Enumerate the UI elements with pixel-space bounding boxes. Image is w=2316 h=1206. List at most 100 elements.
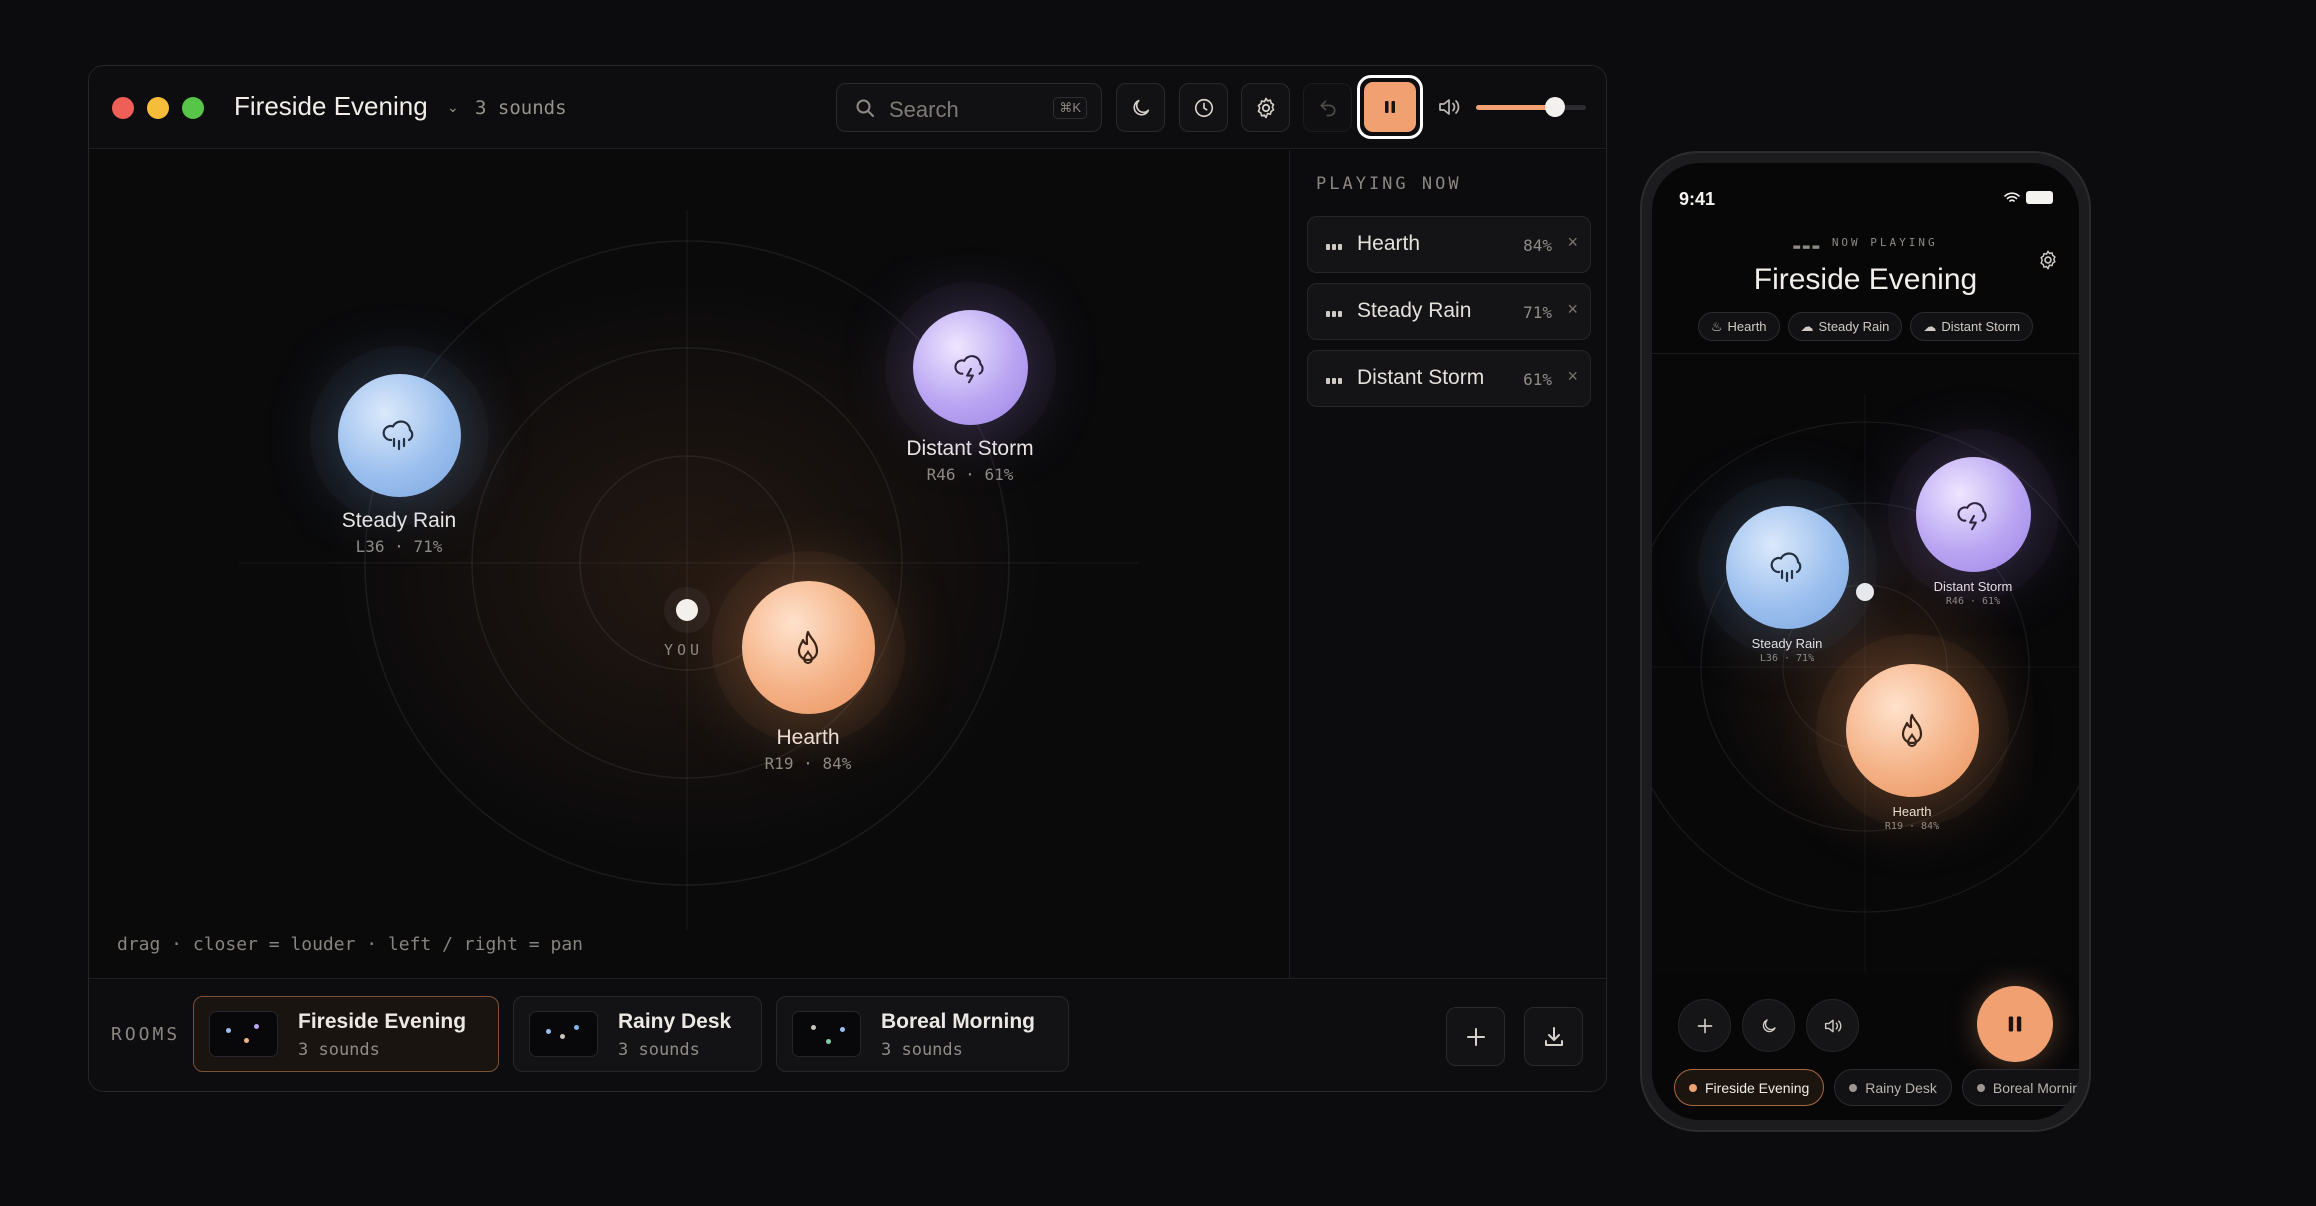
sound-node-name: Steady Rain <box>341 509 457 532</box>
room-count: 3 sounds <box>298 1040 380 1060</box>
playing-item-volume: 61% <box>1523 370 1552 389</box>
phone-spatial-stage[interactable]: Steady Rain L36 · 71% Distant Storm R46 … <box>1652 353 2079 973</box>
clock-icon <box>1194 98 1213 117</box>
flame-icon <box>1901 713 1923 747</box>
undo-icon <box>1320 100 1335 116</box>
room-name: Fireside Evening <box>298 1010 467 1033</box>
playing-item-volume: 84% <box>1523 236 1552 255</box>
playing-item-name: Distant Storm <box>1357 366 1485 389</box>
sound-node-meta: R19 · 84% <box>764 754 852 773</box>
room-card-boreal-morning[interactable]: Boreal Morning 3 sounds <box>776 996 1069 1072</box>
close-window-button[interactable] <box>112 97 134 119</box>
room-dot <box>1689 1083 1697 1092</box>
rooms-bar: ROOMS Fireside Evening 3 sounds Rainy De… <box>89 978 1606 1091</box>
phone-sound-chips: ♨ Hearth ☁ Steady Rain ☁ Distant Storm <box>1652 312 2079 341</box>
gear-icon[interactable] <box>2037 249 2059 276</box>
flame-icon: ♨ <box>1710 318 1723 334</box>
remove-icon[interactable]: × <box>1567 232 1578 253</box>
sound-node-distant-storm[interactable]: Distant Storm R46 · 61% <box>895 310 1045 484</box>
phone-room-fireside-evening[interactable]: Fireside Evening <box>1674 1069 1825 1106</box>
minimize-window-button[interactable] <box>147 97 169 119</box>
settings-button[interactable] <box>1241 83 1290 132</box>
sound-orb[interactable] <box>912 310 1028 425</box>
room-count: 3 sounds <box>618 1040 700 1060</box>
room-dot <box>1849 1083 1858 1092</box>
plus-icon <box>1697 1018 1712 1033</box>
level-bars-icon <box>1326 244 1342 250</box>
sound-orb[interactable] <box>337 374 461 497</box>
storm-cloud-icon: ☁ <box>1923 318 1937 334</box>
phone-room-rainy-desk[interactable]: Rainy Desk <box>1834 1069 1952 1106</box>
level-bars-icon <box>1326 378 1342 384</box>
room-card-fireside-evening[interactable]: Fireside Evening 3 sounds <box>193 996 499 1072</box>
sound-node-hearth[interactable]: Hearth R19 · 84% <box>738 581 878 773</box>
playing-now-title: PLAYING NOW <box>1316 174 1462 194</box>
listener-dot <box>676 599 698 621</box>
chevron-down-icon[interactable]: ⌄ <box>447 99 459 116</box>
phone-sleep-button[interactable] <box>1742 999 1795 1052</box>
sound-node-meta: R46 · 61% <box>926 465 1014 484</box>
moon-icon <box>1762 1018 1776 1032</box>
sound-node-steady-rain[interactable]: Steady Rain L36 · 71% <box>1722 506 1852 664</box>
rain-cloud-icon <box>1770 551 1802 582</box>
rain-cloud-icon <box>382 419 414 450</box>
room-title[interactable]: Fireside Evening <box>234 91 428 122</box>
room-thumbnail <box>792 1011 861 1057</box>
playing-item[interactable]: Hearth 84% × <box>1307 216 1591 273</box>
zoom-window-button[interactable] <box>182 97 204 119</box>
spatial-stage[interactable]: YOU Steady Rain L36 · 71% Distant Storm … <box>89 150 1288 978</box>
sound-node-meta: L36 · 71% <box>355 537 443 556</box>
phone-volume-button[interactable] <box>1806 999 1859 1052</box>
phone-room-boreal-morning[interactable]: Boreal Morning <box>1961 1069 2079 1106</box>
volume-slider[interactable] <box>1476 97 1586 117</box>
room-card-rainy-desk[interactable]: Rainy Desk 3 sounds <box>513 996 762 1072</box>
room-thumbnail <box>529 1011 598 1057</box>
room-name: Rainy Desk <box>618 1010 732 1033</box>
room-count: 3 sounds <box>881 1040 963 1060</box>
playing-item-name: Hearth <box>1357 232 1421 255</box>
room-dot <box>1976 1083 1985 1092</box>
speaker-icon[interactable] <box>1437 96 1461 123</box>
status-time: 9:41 <box>1679 189 1716 209</box>
sleep-timer-button[interactable] <box>1116 83 1165 132</box>
chip-distant-storm[interactable]: ☁ Distant Storm <box>1910 312 2034 341</box>
sound-orb[interactable] <box>1915 457 2031 572</box>
sound-orb[interactable] <box>1725 506 1849 629</box>
download-button[interactable] <box>1524 1007 1583 1066</box>
search-input[interactable]: Search ⌘K <box>836 83 1102 132</box>
remove-icon[interactable]: × <box>1567 299 1578 320</box>
sound-node-meta: L36 · 71% <box>1759 653 1815 664</box>
phone-pause-button[interactable] <box>1977 986 2053 1062</box>
status-icons <box>2004 191 2053 204</box>
distance-rings <box>239 210 1139 930</box>
pause-icon <box>1385 101 1395 113</box>
undo-button[interactable] <box>1303 83 1352 132</box>
sound-orb[interactable] <box>1845 664 1979 797</box>
sound-orb[interactable] <box>741 581 875 714</box>
sound-node-hearth[interactable]: Hearth R19 · 84% <box>1845 664 1979 832</box>
app-window: Fireside Evening ⌄ 3 sounds Search ⌘K YO… <box>88 65 1607 1092</box>
playing-now-panel: PLAYING NOW Hearth 84% × Steady Rain 71%… <box>1289 150 1606 978</box>
phone-add-button[interactable] <box>1678 999 1731 1052</box>
storm-cloud-icon <box>954 354 984 383</box>
volume-knob[interactable] <box>1545 97 1566 117</box>
room-name: Boreal Morning <box>881 1010 1036 1033</box>
sound-node-steady-rain[interactable]: Steady Rain L36 · 71% <box>337 374 461 556</box>
speaker-icon <box>1824 1019 1841 1032</box>
remove-icon[interactable]: × <box>1567 366 1578 387</box>
search-shortcut: ⌘K <box>1053 97 1087 119</box>
playing-item-name: Steady Rain <box>1357 299 1472 322</box>
history-button[interactable] <box>1179 83 1228 132</box>
add-room-button[interactable] <box>1446 1007 1505 1066</box>
pause-button[interactable] <box>1357 75 1423 139</box>
playing-item[interactable]: Steady Rain 71% × <box>1307 283 1591 340</box>
chip-hearth[interactable]: ♨ Hearth <box>1697 312 1780 341</box>
pause-icon <box>2008 1016 2022 1032</box>
chip-steady-rain[interactable]: ☁ Steady Rain <box>1787 312 1903 341</box>
sound-node-name: Distant Storm <box>906 437 1034 460</box>
phone-room-title: Fireside Evening <box>1753 263 1978 296</box>
sound-node-meta: R19 · 84% <box>1884 821 1940 832</box>
sound-node-distant-storm[interactable]: Distant Storm R46 · 61% <box>1908 457 2038 607</box>
moon-icon <box>1132 99 1149 116</box>
playing-item[interactable]: Distant Storm 61% × <box>1307 350 1591 407</box>
